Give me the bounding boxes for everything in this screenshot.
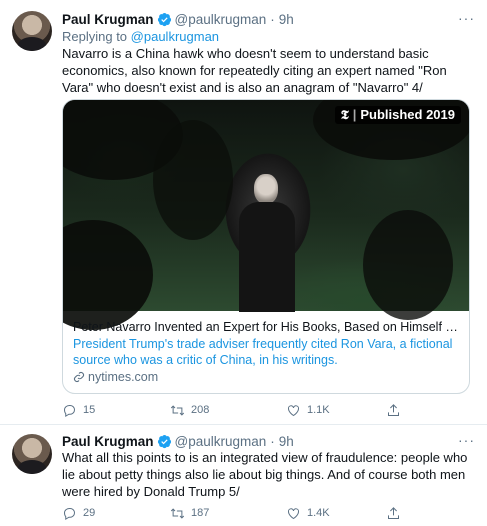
heart-icon [288,507,299,519]
verified-icon [157,434,171,448]
author-name[interactable]: Paul Krugman [62,12,154,27]
reply-button[interactable]: 15 [62,401,142,419]
card-image: 𝕿 | Published 2019 [63,100,469,330]
nyt-logo-icon: 𝕿 [340,107,349,122]
retweet-button[interactable]: 208 [142,401,280,419]
retweet-icon [170,507,185,519]
card-text: Peter Navarro Invented an Expert for His… [73,319,459,385]
reply-icon [63,507,76,520]
separator-dot: · [270,433,275,449]
foliage-shape [153,120,233,240]
action-bar: 29 187 1.4K [62,504,475,522]
share-button[interactable] [386,401,401,419]
timestamp[interactable]: 9h [279,12,294,27]
like-button[interactable]: 1.1K [280,401,386,419]
ellipsis-icon[interactable]: ··· [458,10,475,26]
ellipsis-icon[interactable]: ··· [458,432,475,448]
retweet-count: 208 [191,404,210,416]
author-handle[interactable]: @paulkrugman [175,434,267,449]
person-figure-head [254,174,278,204]
avatar[interactable] [12,11,52,51]
reply-button[interactable]: 29 [62,504,142,522]
badge-separator: | [352,107,357,122]
like-count: 1.4K [307,507,330,519]
author-handle[interactable]: @paulkrugman [175,12,267,27]
reply-count: 29 [83,507,96,519]
foliage-shape [363,210,453,320]
card-domain-text: nytimes.com [88,370,159,384]
link-icon [73,371,85,383]
card-domain[interactable]: nytimes.com [73,369,459,385]
tweet-text: What all this points to is an integrated… [62,450,468,499]
retweet-icon [170,404,185,416]
tweet-header: Paul Krugman @paulkrugman · 9h ··· [62,432,475,450]
card-title[interactable]: Peter Navarro Invented an Expert for His… [73,319,459,335]
replying-mention-link[interactable]: @paulkrugman [131,29,219,44]
reply-icon [63,404,76,417]
verified-icon [157,12,171,26]
heart-icon [288,404,299,416]
retweet-count: 187 [191,507,210,519]
tweet[interactable]: Paul Krugman @paulkrugman · 9h ··· What … [0,425,487,526]
tweet-header: Paul Krugman @paulkrugman · 9h ··· [62,10,475,28]
link-card[interactable]: 𝕿 | Published 2019 Peter Navarro Invented … [62,99,470,394]
share-button[interactable] [386,504,401,522]
timestamp[interactable]: 9h [279,434,294,449]
like-button[interactable]: 1.4K [280,504,386,522]
share-icon [388,403,399,416]
reply-count: 15 [83,404,96,416]
share-icon [388,506,399,519]
card-description: President Trump's trade adviser frequent… [73,337,453,367]
published-badge: 𝕿 | Published 2019 [334,106,461,124]
avatar[interactable] [12,434,52,474]
author-name[interactable]: Paul Krugman [62,434,154,449]
retweet-button[interactable]: 187 [142,504,280,522]
foliage-shape [63,220,153,330]
action-bar: 15 208 1.1K [62,401,475,419]
badge-text: Published 2019 [360,107,455,122]
like-count: 1.1K [307,404,330,416]
separator-dot: · [270,11,275,27]
replying-prefix: Replying to [62,29,128,44]
person-figure-body [239,202,295,312]
replying-to: Replying to @paulkrugman [62,29,219,44]
tweet-text: Navarro is a China hawk who doesn't seem… [62,46,447,95]
tweet[interactable]: Paul Krugman @paulkrugman · 9h ··· Reply… [0,0,487,424]
